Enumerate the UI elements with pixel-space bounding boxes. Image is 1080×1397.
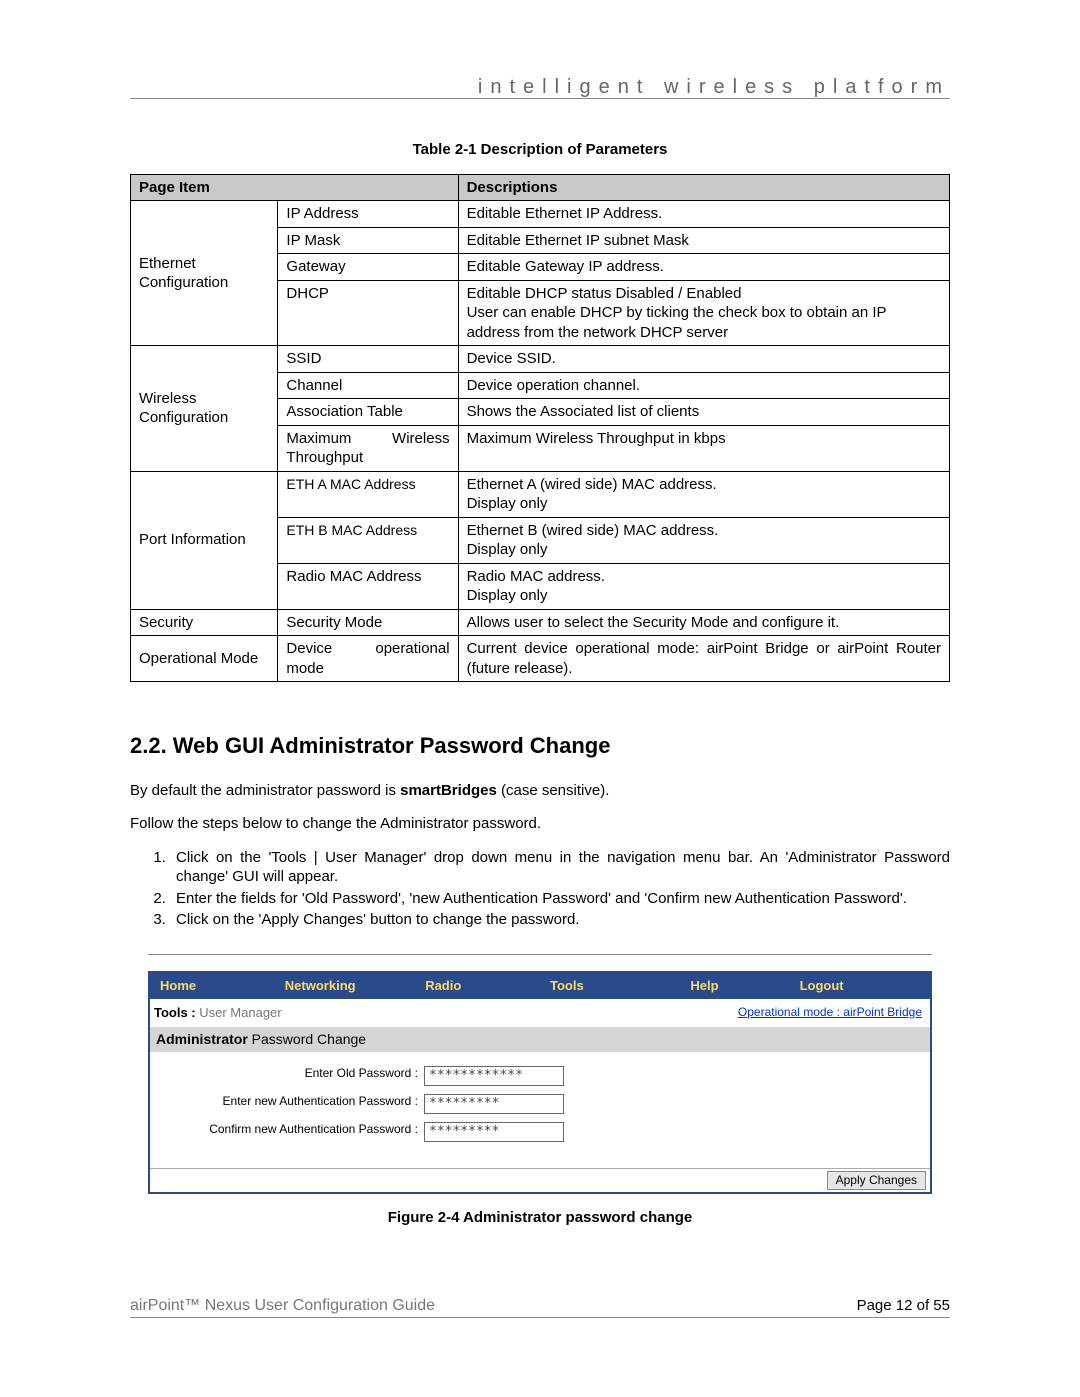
nav-help[interactable]: Help: [680, 973, 789, 999]
list-item: Click on the 'Apply Changes' button to c…: [170, 910, 950, 930]
item-desc: Shows the Associated list of clients: [458, 399, 949, 426]
item-label: Maximum Wireless Throughput: [278, 425, 458, 471]
old-password-label: Enter Old Password :: [158, 1066, 424, 1082]
nav-radio[interactable]: Radio: [415, 973, 540, 999]
footer-right: Page 12 of 55: [857, 1297, 950, 1314]
item-desc: Editable Ethernet IP Address.: [458, 201, 949, 228]
figure-caption: Figure 2-4 Administrator password change: [148, 1208, 932, 1228]
item-desc: Device SSID.: [458, 346, 949, 373]
item-label: Gateway: [278, 254, 458, 281]
item-desc: Ethernet B (wired side) MAC address. Dis…: [458, 517, 949, 563]
group-label: Wireless Configuration: [131, 346, 278, 472]
text: By default the administrator password is: [130, 782, 400, 799]
page: intelligent wireless platform Table 2-1 …: [0, 0, 1080, 1397]
item-label: ETH B MAC Address: [278, 517, 458, 563]
table-row: Port Information ETH A MAC Address Ether…: [131, 471, 950, 517]
item-desc: Current device operational mode: airPoin…: [458, 636, 949, 682]
footer-left: airPoint™ Nexus User Configuration Guide: [130, 1297, 435, 1315]
group-label: Port Information: [131, 471, 278, 609]
item-label: Device operational mode: [278, 636, 458, 682]
new-password-input-wrap: *********: [424, 1094, 564, 1114]
table-row: Ethernet Configuration IP Address Editab…: [131, 201, 950, 228]
section-title-rest: Password Change: [248, 1031, 366, 1047]
gui-subheader: Tools : User Manager Operational mode : …: [150, 999, 930, 1028]
header-tagline: intelligent wireless platform: [478, 76, 950, 99]
item-label: IP Mask: [278, 227, 458, 254]
item-label: ETH A MAC Address: [278, 471, 458, 517]
item-desc: Radio MAC address. Display only: [458, 563, 949, 609]
breadcrumb: Tools : User Manager: [154, 1005, 282, 1022]
nav-networking[interactable]: Networking: [275, 973, 415, 999]
field-row: Enter new Authentication Password : ****…: [158, 1094, 922, 1114]
apply-changes-button[interactable]: Apply Changes: [827, 1171, 926, 1191]
item-label: IP Address: [278, 201, 458, 228]
nav-tools[interactable]: Tools: [540, 973, 680, 999]
nav-logout[interactable]: Logout: [790, 973, 899, 999]
item-label: Channel: [278, 372, 458, 399]
footer: airPoint™ Nexus User Configuration Guide…: [130, 1297, 950, 1337]
item-label: Radio MAC Address: [278, 563, 458, 609]
table-caption: Table 2-1 Description of Parameters: [130, 140, 950, 160]
operational-mode-link[interactable]: Operational mode : airPoint Bridge: [738, 1005, 922, 1021]
instruction-paragraph: Follow the steps below to change the Adm…: [130, 814, 950, 834]
item-desc: Maximum Wireless Throughput in kbps: [458, 425, 949, 471]
item-desc: Ethernet A (wired side) MAC address. Dis…: [458, 471, 949, 517]
col-page-item: Page Item: [131, 174, 459, 201]
default-password: smartBridges: [400, 782, 497, 799]
item-desc: Device operation channel.: [458, 372, 949, 399]
old-password-input-wrap: ************: [424, 1066, 564, 1086]
section-title-bold: Administrator: [156, 1031, 248, 1047]
breadcrumb-dim: User Manager: [196, 1005, 282, 1020]
parameters-table: Page Item Descriptions Ethernet Configur…: [130, 174, 950, 683]
table-header-row: Page Item Descriptions: [131, 174, 950, 201]
new-password-input[interactable]: *********: [424, 1094, 564, 1114]
content: Table 2-1 Description of Parameters Page…: [130, 70, 950, 1228]
confirm-password-input-wrap: *********: [424, 1122, 564, 1142]
breadcrumb-bold: Tools :: [154, 1005, 196, 1020]
item-desc: Allows user to select the Security Mode …: [458, 609, 949, 636]
item-label: Association Table: [278, 399, 458, 426]
gui-apply-bar: Apply Changes: [150, 1168, 930, 1193]
item-desc: Editable Ethernet IP subnet Mask: [458, 227, 949, 254]
table-row: Security Security Mode Allows user to se…: [131, 609, 950, 636]
new-password-label: Enter new Authentication Password :: [158, 1094, 424, 1110]
item-desc: Editable DHCP status Disabled / Enabled …: [458, 280, 949, 346]
gui-section-title: Administrator Password Change: [150, 1027, 930, 1051]
gui-form: Enter Old Password : ************ Enter …: [150, 1052, 930, 1168]
confirm-password-label: Confirm new Authentication Password :: [158, 1122, 424, 1138]
confirm-password-input[interactable]: *********: [424, 1122, 564, 1142]
old-password-input[interactable]: ************: [424, 1066, 564, 1086]
text: (case sensitive).: [497, 782, 610, 799]
group-label: Ethernet Configuration: [131, 201, 278, 346]
gui-navbar: Home Networking Radio Tools Help Logout: [150, 973, 930, 999]
table-row: Operational Mode Device operational mode…: [131, 636, 950, 682]
footer-rule: [130, 1317, 950, 1318]
list-item: Click on the 'Tools | User Manager' drop…: [170, 848, 950, 887]
item-label: DHCP: [278, 280, 458, 346]
field-row: Confirm new Authentication Password : **…: [158, 1122, 922, 1142]
nav-home[interactable]: Home: [150, 973, 275, 999]
col-descriptions: Descriptions: [458, 174, 949, 201]
field-row: Enter Old Password : ************: [158, 1066, 922, 1086]
list-item: Enter the fields for 'Old Password', 'ne…: [170, 889, 950, 909]
section-heading: 2.2. Web GUI Administrator Password Chan…: [130, 732, 950, 761]
table-row: Wireless Configuration SSID Device SSID.: [131, 346, 950, 373]
steps-list: Click on the 'Tools | User Manager' drop…: [170, 848, 950, 930]
gui-screenshot-wrap: Home Networking Radio Tools Help Logout …: [148, 954, 932, 1228]
item-desc: Editable Gateway IP address.: [458, 254, 949, 281]
intro-paragraph: By default the administrator password is…: [130, 781, 950, 801]
group-label: Operational Mode: [131, 636, 278, 682]
item-label: SSID: [278, 346, 458, 373]
gui-screenshot: Home Networking Radio Tools Help Logout …: [148, 971, 932, 1195]
item-label: Security Mode: [278, 609, 458, 636]
group-label: Security: [131, 609, 278, 636]
